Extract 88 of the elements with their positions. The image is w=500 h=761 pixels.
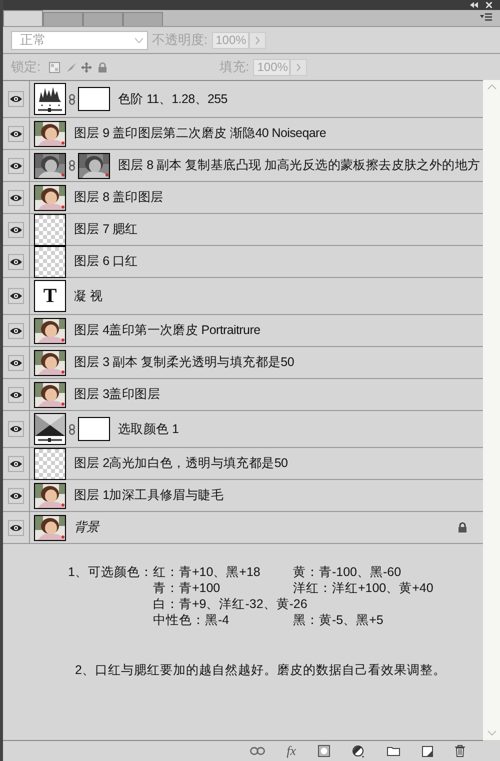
layer-row[interactable]: 图层 2高光加白色，透明与填充都是50 bbox=[3, 448, 483, 480]
chain-icon[interactable] bbox=[69, 94, 75, 104]
layer-name: 图层 7 腮红 bbox=[74, 221, 138, 238]
eye-icon bbox=[10, 460, 22, 468]
half-circle-icon[interactable] bbox=[352, 744, 365, 758]
visibility-toggle[interactable] bbox=[8, 126, 24, 142]
visibility-toggle[interactable] bbox=[8, 190, 24, 206]
transparency-thumbnail bbox=[34, 448, 66, 480]
layer-row[interactable]: 图层 7 腮红 bbox=[3, 214, 483, 246]
eye-icon bbox=[10, 292, 22, 300]
layer-name: 图层 8 副本 复制基底凸现 加高光反选的蒙板擦去皮肤之外的地方 bbox=[118, 157, 480, 174]
layer-row[interactable]: 色阶 11、1.28、255 bbox=[3, 81, 483, 118]
link-icon[interactable] bbox=[250, 747, 265, 755]
caret-icon bbox=[135, 38, 143, 42]
eye-icon bbox=[10, 194, 22, 202]
transparency-thumbnail bbox=[34, 214, 66, 246]
eye-icon bbox=[10, 425, 22, 433]
layer-row[interactable]: 图层 3 副本 复制柔光透明与填充都是50 bbox=[3, 347, 483, 379]
visibility-toggle[interactable] bbox=[8, 456, 24, 472]
layer-name: 图层 6 口红 bbox=[74, 253, 138, 270]
layer-name: 色阶 11、1.28、255 bbox=[118, 90, 228, 108]
transparency-thumbnail bbox=[34, 246, 66, 278]
fx-button[interactable]: fx bbox=[286, 741, 296, 761]
close-icon[interactable] bbox=[486, 2, 492, 8]
visibility-toggle[interactable] bbox=[8, 322, 24, 338]
move-icon[interactable] bbox=[80, 62, 92, 72]
menu-icon[interactable] bbox=[480, 13, 492, 22]
visibility-toggle[interactable] bbox=[8, 421, 24, 437]
folder-icon[interactable] bbox=[387, 746, 400, 756]
note-text: 黄：青-100、黑-60 bbox=[292, 564, 402, 580]
note-text: 红：青+10、黑+18 bbox=[152, 564, 262, 580]
chain-icon[interactable] bbox=[69, 160, 75, 171]
visibility-toggle[interactable] bbox=[8, 222, 24, 238]
layer-name: 图层 4盖印第一次磨皮 Portraitrure bbox=[74, 322, 260, 340]
layer-row[interactable]: 选取颜色 1 bbox=[3, 411, 483, 448]
eye-icon bbox=[10, 326, 22, 334]
layer-row[interactable]: 图层 6 口红 bbox=[3, 246, 483, 278]
layer-name: 图层 8 盖印图层 bbox=[74, 189, 164, 206]
layer-name: 图层 1加深工具修眉与睫毛 bbox=[74, 487, 224, 504]
eye-icon bbox=[10, 258, 22, 266]
eye-icon bbox=[10, 130, 22, 138]
visibility-toggle[interactable] bbox=[8, 91, 24, 107]
layer-row[interactable]: 图层 8 盖印图层 bbox=[3, 182, 483, 214]
visibility-toggle[interactable] bbox=[8, 254, 24, 270]
layer-row[interactable]: 图层 9 盖印图层第二次磨皮 渐隐40 Noiseqare bbox=[3, 118, 483, 150]
layer-row[interactable]: 背景 bbox=[3, 512, 483, 544]
note-text: 1、可选颜色： bbox=[68, 564, 153, 581]
mask-icon[interactable] bbox=[318, 745, 330, 757]
layer-row[interactable]: T 凝 视 bbox=[3, 278, 483, 315]
blend-mode-value: 正常 bbox=[19, 31, 46, 50]
layer-name: 凝 视 bbox=[74, 288, 103, 305]
eye-icon bbox=[10, 390, 22, 398]
note-text: 2、口红与腮红要加的越自然越好。磨皮的数据自己看效果调整。 bbox=[75, 663, 446, 677]
layer-name: 图层 9 盖印图层第二次磨皮 渐隐40 Noiseqare bbox=[74, 125, 326, 142]
note-text: 青：青+100 bbox=[152, 580, 222, 596]
layer-name: 图层 2高光加白色，透明与填充都是50 bbox=[74, 455, 288, 472]
eye-icon bbox=[10, 95, 22, 103]
layer-mask-thumbnail[interactable] bbox=[78, 87, 110, 111]
eye-icon bbox=[10, 358, 22, 366]
visibility-toggle[interactable] bbox=[8, 488, 24, 504]
layer-name: 背景 bbox=[74, 519, 100, 536]
eye-icon bbox=[10, 524, 22, 532]
layer-name: 图层 3 副本 复制柔光透明与填充都是50 bbox=[74, 354, 294, 372]
new-layer-icon[interactable] bbox=[422, 746, 433, 756]
layer-row[interactable]: 图层 1加深工具修眉与睫毛 bbox=[3, 480, 483, 512]
layer-row[interactable]: 图层 8 副本 复制基底凸现 加高光反选的蒙板擦去皮肤之外的地方 bbox=[3, 150, 483, 182]
collapse-icon[interactable] bbox=[470, 2, 478, 8]
visibility-toggle[interactable] bbox=[8, 386, 24, 402]
note-text: 中性色：黑-4 bbox=[152, 612, 230, 628]
trash-icon[interactable] bbox=[455, 745, 465, 757]
layer-row[interactable]: 图层 3盖印图层 bbox=[3, 379, 483, 411]
note-text: 白：青+9、洋红-32、黄-26 bbox=[152, 596, 308, 612]
layer-name: 选取颜色 1 bbox=[118, 420, 179, 438]
visibility-toggle[interactable] bbox=[8, 354, 24, 370]
text-layer-thumbnail: T bbox=[34, 280, 66, 312]
visibility-toggle[interactable] bbox=[8, 520, 24, 536]
visibility-toggle[interactable] bbox=[8, 288, 24, 304]
visibility-toggle[interactable] bbox=[8, 158, 24, 174]
eye-icon bbox=[10, 162, 22, 170]
note-text: 黑：黄-5、黑+5 bbox=[292, 612, 384, 628]
layer-row[interactable]: 图层 4盖印第一次磨皮 Portraitrure bbox=[3, 315, 483, 347]
eye-icon bbox=[10, 492, 22, 500]
note-text: 洋红：洋红+100、黄+40 bbox=[292, 580, 434, 596]
chain-icon[interactable] bbox=[69, 424, 75, 434]
selective-color-icon bbox=[35, 414, 65, 444]
layer-mask-thumbnail[interactable] bbox=[78, 417, 110, 441]
eye-icon bbox=[10, 226, 22, 234]
layer-name: 图层 3盖印图层 bbox=[74, 386, 160, 404]
